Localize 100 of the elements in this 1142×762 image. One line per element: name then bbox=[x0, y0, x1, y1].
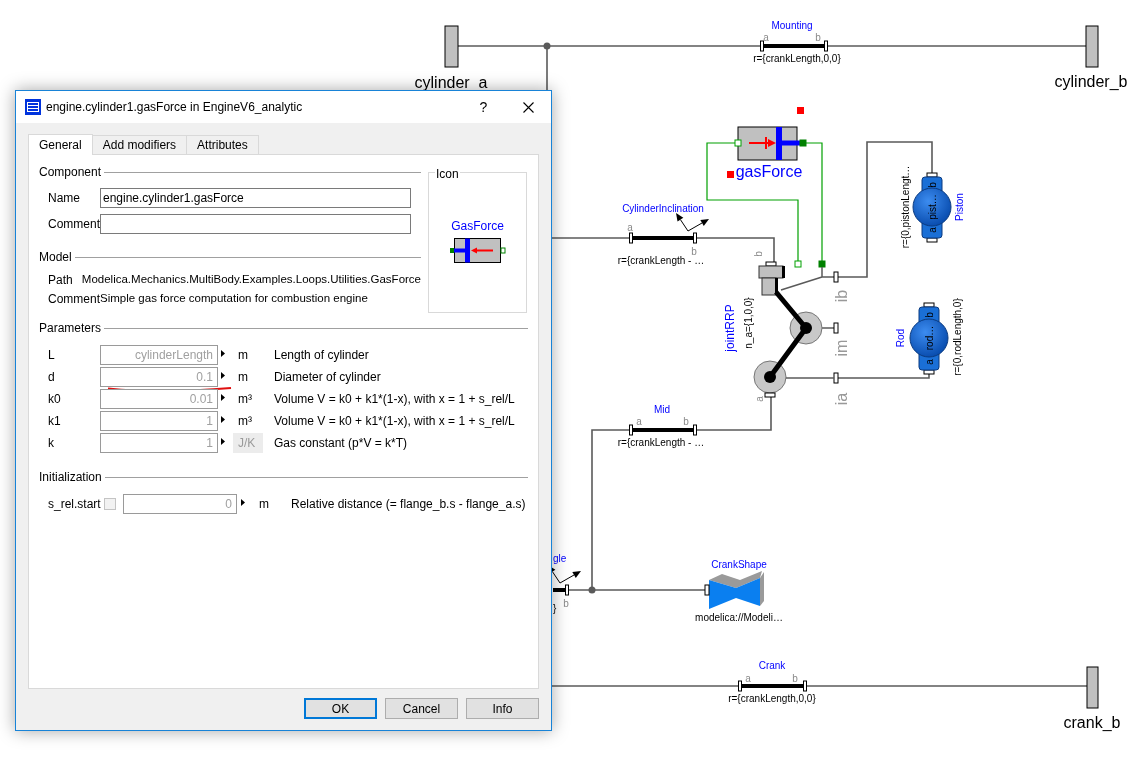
parameter-name: k1 bbox=[47, 413, 62, 430]
dialog-button[interactable]: OK bbox=[304, 698, 377, 719]
component-name: gasForce bbox=[735, 162, 803, 180]
tab[interactable]: Attributes bbox=[186, 135, 259, 154]
port-label: b bbox=[752, 251, 764, 257]
parameter-name: L bbox=[47, 347, 56, 364]
parameter-description: Length of cylinder bbox=[274, 347, 369, 364]
caret-icon[interactable] bbox=[221, 415, 225, 423]
component-name: cylinder_a bbox=[414, 73, 488, 91]
rigid-bar bbox=[760, 40, 828, 52]
fixed-support bbox=[1085, 25, 1099, 68]
port-label: a bbox=[745, 672, 751, 684]
text-field[interactable]: engine.cylinder1.gasForce bbox=[100, 188, 411, 208]
unit-label: J/K bbox=[233, 433, 263, 453]
body-label: rod… bbox=[923, 325, 935, 351]
unit-label: m bbox=[237, 369, 249, 386]
icon-name: GasForce bbox=[451, 218, 504, 235]
port-label: a bbox=[627, 221, 633, 233]
component-name: Mounting bbox=[771, 19, 813, 31]
field-value: Modelica.Mechanics.MultiBody.Examples.Loops.Utilities.GasForce bbox=[81, 272, 421, 288]
close-icon bbox=[523, 101, 534, 113]
parameter-name: s_rel.start bbox=[47, 496, 102, 513]
parameter-description: Volume V = k0 + k1*(1-x), with x = 1 + s_rel/L bbox=[274, 413, 515, 430]
parameter-label: r={0,pistonLengt… bbox=[899, 165, 911, 249]
port-label: b bbox=[926, 182, 938, 188]
caret-icon[interactable] bbox=[221, 349, 225, 357]
junction-dot bbox=[543, 42, 551, 50]
app-icon bbox=[25, 99, 41, 115]
port-label: b bbox=[815, 31, 821, 43]
parameter-name: k0 bbox=[47, 391, 62, 408]
window-title: engine.cylinder1.gasForce in EngineV6_analytic bbox=[46, 99, 303, 116]
fixed-support bbox=[1086, 666, 1099, 709]
parameter-description: Relative distance (= flange_b.s - flange_a.s) bbox=[291, 496, 526, 513]
component-name: Crank bbox=[758, 659, 786, 671]
parameter-label: } bbox=[553, 602, 557, 614]
parameter-description: Gas constant (p*V = k*T) bbox=[274, 435, 408, 452]
axes-icon bbox=[676, 213, 709, 232]
field-value: Simple gas force computation for combustion engine bbox=[100, 291, 368, 307]
component-name: CylinderInclination bbox=[622, 202, 704, 214]
help-button[interactable]: ? bbox=[461, 91, 506, 123]
parameter-input[interactable]: 1 bbox=[100, 411, 218, 431]
unit-label: m³ bbox=[237, 391, 253, 408]
port-label: b bbox=[923, 312, 935, 318]
caret-icon[interactable] bbox=[241, 498, 245, 506]
parameter-label: r={crankLength,0,0} bbox=[728, 692, 816, 704]
body-cylinder bbox=[912, 172, 952, 243]
field-label: Path bbox=[47, 272, 74, 289]
tab[interactable]: General bbox=[28, 134, 93, 155]
port-label: b bbox=[691, 245, 697, 257]
component-name: cylinder_b bbox=[1054, 72, 1128, 90]
unit-label: m bbox=[237, 347, 249, 364]
component-name: crank_b bbox=[1063, 713, 1121, 731]
parameter-label: r={crankLength,0,0} bbox=[753, 52, 841, 64]
parameter-input[interactable]: 0.1 bbox=[100, 367, 218, 387]
unit-label: m bbox=[259, 496, 270, 513]
selection-handle[interactable] bbox=[727, 171, 734, 178]
parameter-input[interactable]: cylinderLength bbox=[100, 345, 218, 365]
component-name: gle bbox=[553, 552, 567, 564]
port-label: im bbox=[832, 339, 850, 357]
port-label: b bbox=[683, 415, 689, 427]
caret-icon[interactable] bbox=[221, 371, 225, 379]
group-heading: Component bbox=[39, 164, 102, 181]
parameter-label: r={crankLength - … bbox=[617, 436, 705, 448]
port-label: ib bbox=[832, 289, 850, 303]
parameter-name: k bbox=[47, 435, 55, 452]
rigid-bar bbox=[629, 232, 697, 244]
field-label: Name bbox=[47, 190, 81, 207]
parameter-label: r={crankLength - … bbox=[617, 254, 705, 266]
component-name: Rod bbox=[894, 328, 906, 348]
port-label: b bbox=[563, 597, 569, 609]
field-label: Comment bbox=[47, 291, 100, 308]
port-label: a bbox=[753, 396, 765, 402]
connection-line bbox=[785, 377, 835, 379]
caret-icon[interactable] bbox=[221, 437, 225, 445]
component-name: jointRRP bbox=[723, 304, 737, 352]
parameter-input[interactable]: 0.01 bbox=[100, 389, 218, 409]
port-label: a bbox=[926, 227, 938, 233]
group-heading: Initialization bbox=[39, 469, 102, 486]
unit-label: m³ bbox=[237, 413, 253, 430]
shape-icon bbox=[704, 571, 764, 609]
group-heading: Parameters bbox=[39, 320, 102, 337]
body-label: pist… bbox=[926, 194, 938, 220]
text-field[interactable] bbox=[100, 214, 411, 234]
component-name: Piston bbox=[953, 193, 965, 221]
selection-handle[interactable] bbox=[797, 107, 804, 114]
group-heading: Model bbox=[39, 249, 72, 266]
caret-icon[interactable] bbox=[221, 393, 225, 401]
parameter-label: modelica://Modeli… bbox=[695, 611, 783, 623]
parameter-label: r={0,rodLength,0} bbox=[951, 298, 963, 376]
parameter-name: d bbox=[47, 369, 56, 386]
port-label: a bbox=[763, 31, 769, 43]
junction-dot bbox=[588, 586, 596, 594]
parameter-input[interactable]: 1 bbox=[100, 433, 218, 453]
dialog-button[interactable]: Cancel bbox=[385, 698, 458, 719]
rigid-bar bbox=[629, 424, 697, 436]
port-label: a bbox=[636, 415, 642, 427]
component-name: Mid bbox=[653, 403, 671, 415]
component-name: CrankShape bbox=[711, 558, 767, 570]
dialog-button[interactable]: Info bbox=[466, 698, 539, 719]
parameter-description: Volume V = k0 + k1*(1-x), with x = 1 + s_rel/L bbox=[274, 391, 515, 408]
